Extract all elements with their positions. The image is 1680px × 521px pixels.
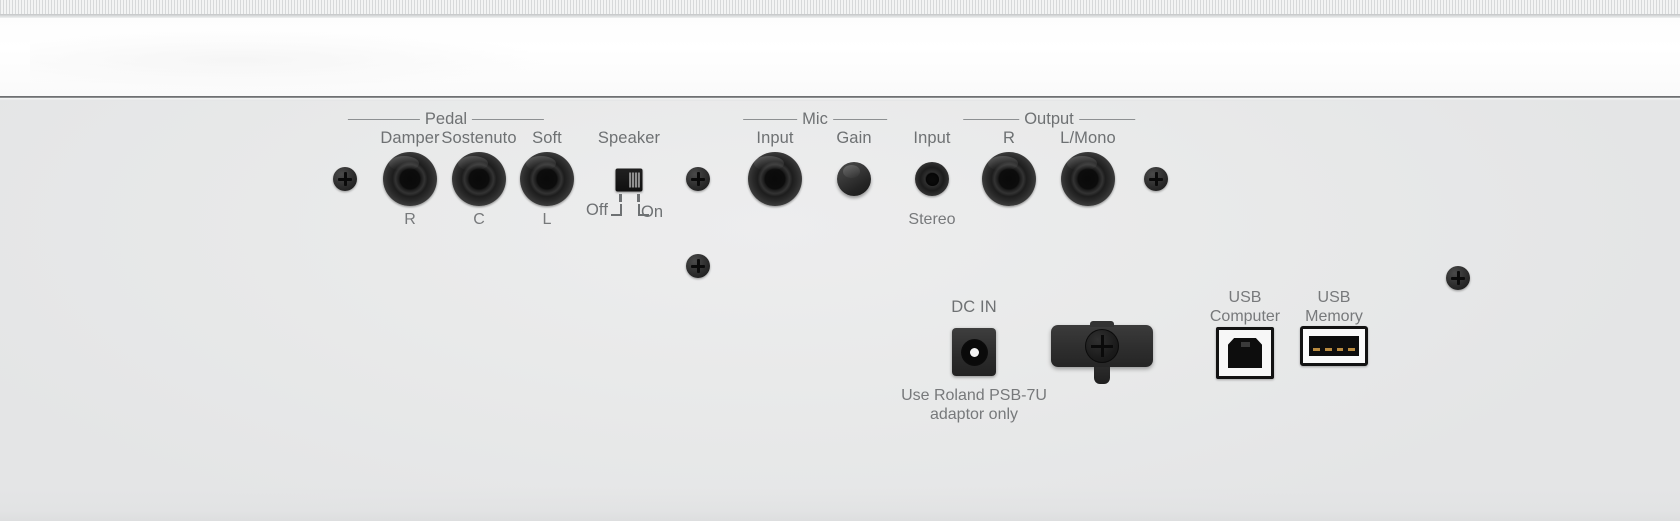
connector-panel: Pedal Damper Sostenuto Soft R C L Speake… bbox=[0, 101, 1680, 521]
speaker-grille-strip bbox=[0, 0, 1680, 15]
usb-memory-label-line1: USB bbox=[1317, 289, 1351, 306]
usb-memory-label-line2: Memory bbox=[1305, 308, 1363, 325]
pedal-damper-label: Damper bbox=[380, 129, 440, 147]
usb-computer-label-line1: USB bbox=[1228, 289, 1262, 306]
mic-group-label: Mic bbox=[802, 110, 828, 128]
pedal-group-label: Pedal bbox=[424, 110, 468, 128]
adaptor-note-line2: adaptor only bbox=[929, 406, 1019, 423]
usb-contact bbox=[1313, 348, 1320, 351]
pedal-damper-sub: R bbox=[404, 211, 416, 228]
panel-screw-5 bbox=[1446, 266, 1470, 290]
dc-in-label: DC IN bbox=[951, 298, 997, 316]
speaker-on-label: On bbox=[641, 203, 664, 221]
usb-memory-port[interactable] bbox=[1300, 326, 1368, 366]
speaker-switch-tick-on bbox=[637, 194, 640, 202]
chassis-highlight bbox=[30, 30, 550, 90]
pedal-sostenuto-label: Sostenuto bbox=[441, 129, 517, 147]
panel-screw-4 bbox=[1144, 167, 1168, 191]
cord-hook[interactable] bbox=[1051, 321, 1153, 384]
usb-type-b-cavity bbox=[1228, 338, 1262, 368]
speaker-switch-leader-off-foot bbox=[611, 214, 622, 216]
usb-contact bbox=[1348, 348, 1355, 351]
output-lmono-jack[interactable] bbox=[1061, 152, 1115, 206]
pedal-sostenuto-sub: C bbox=[473, 211, 485, 228]
dc-in-barrel bbox=[960, 338, 988, 366]
pedal-damper-jack[interactable] bbox=[383, 152, 437, 206]
speaker-off-label: Off bbox=[586, 201, 609, 219]
pedal-group-bracket: Pedal bbox=[347, 110, 545, 129]
pedal-soft-sub: L bbox=[542, 211, 552, 228]
speaker-switch-tick-off bbox=[619, 194, 622, 202]
mic-group-bracket: Mic bbox=[743, 110, 887, 129]
dc-in-center-pin bbox=[969, 347, 979, 357]
line-input-label: Input bbox=[913, 129, 951, 147]
usb-contact bbox=[1336, 348, 1344, 351]
output-r-jack[interactable] bbox=[982, 152, 1036, 206]
mic-gain-label: Gain bbox=[836, 129, 872, 147]
panel-screw-1 bbox=[333, 167, 357, 191]
pedal-soft-jack[interactable] bbox=[520, 152, 574, 206]
cord-hook-nub bbox=[1090, 321, 1114, 327]
speaker-toggle-switch[interactable] bbox=[615, 168, 643, 192]
output-group-label: Output bbox=[1024, 110, 1074, 128]
cord-hook-screw bbox=[1085, 329, 1119, 363]
dc-in-jack[interactable] bbox=[952, 328, 996, 376]
output-lmono-label: L/Mono bbox=[1060, 129, 1116, 147]
cord-hook-tab bbox=[1094, 367, 1110, 384]
mic-input-label: Input bbox=[756, 129, 794, 147]
pedal-soft-label: Soft bbox=[532, 129, 562, 147]
line-input-stereo-jack[interactable] bbox=[915, 162, 949, 196]
output-r-label: R bbox=[1002, 129, 1016, 147]
panel-screw-2 bbox=[686, 167, 710, 191]
panel-bottom-shade bbox=[0, 487, 1680, 521]
pedal-sostenuto-jack[interactable] bbox=[452, 152, 506, 206]
speaker-switch-label: Speaker bbox=[597, 129, 661, 147]
panel-screw-3 bbox=[686, 254, 710, 278]
usb-contact bbox=[1324, 348, 1332, 351]
usb-computer-port[interactable] bbox=[1216, 327, 1274, 379]
line-input-sub: Stereo bbox=[908, 211, 956, 228]
mic-gain-knob[interactable] bbox=[837, 162, 871, 196]
mic-input-jack[interactable] bbox=[748, 152, 802, 206]
usb-computer-label-line2: Computer bbox=[1209, 308, 1281, 325]
rear-panel-photo: Pedal Damper Sostenuto Soft R C L Speake… bbox=[0, 0, 1680, 521]
adaptor-note-line1: Use Roland PSB-7U bbox=[901, 387, 1047, 404]
speaker-switch-lever[interactable] bbox=[629, 172, 640, 188]
output-group-bracket: Output bbox=[963, 110, 1135, 129]
usb-type-a-cavity bbox=[1309, 336, 1359, 356]
